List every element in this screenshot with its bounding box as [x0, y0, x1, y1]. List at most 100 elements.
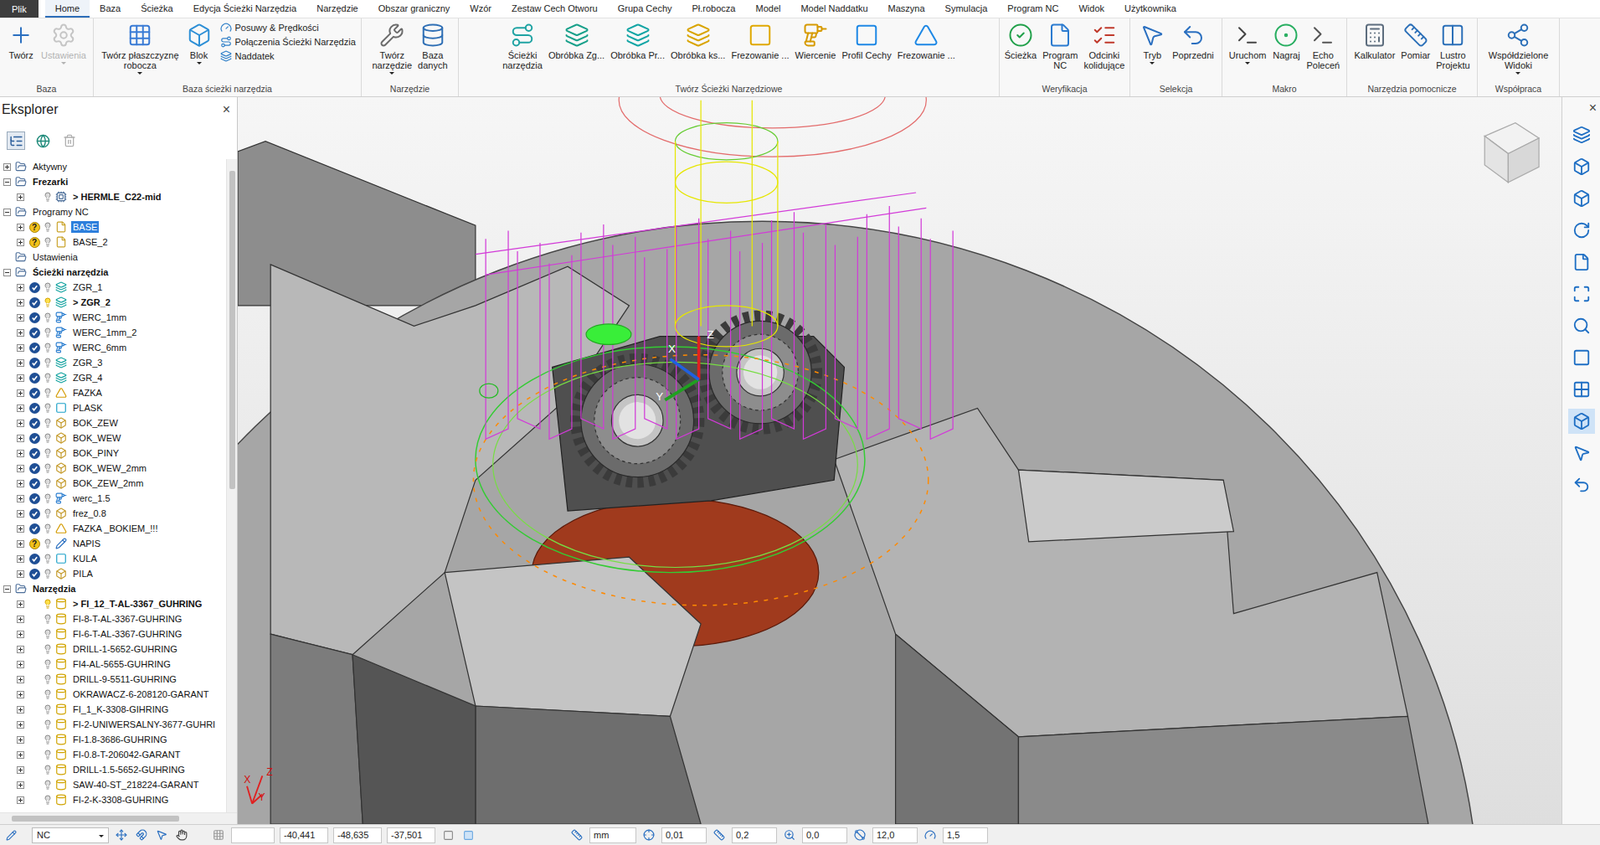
tree-label[interactable]: WERC_6mm: [71, 341, 129, 354]
tree-row[interactable]: FAZKA: [0, 385, 227, 401]
ribbon-button[interactable]: Obróbka Zg...: [545, 20, 608, 62]
expand-icon[interactable]: [16, 329, 25, 337]
view-button[interactable]: [1568, 313, 1595, 339]
menu-tab[interactable]: Edycja Ścieżki Narzędzia: [183, 0, 308, 18]
visibility-bulb-icon[interactable]: [42, 417, 53, 428]
visibility-bulb-icon[interactable]: [42, 523, 53, 534]
viewport-scene[interactable]: XYZXYZ: [237, 97, 1562, 824]
tree-label[interactable]: DRILL-1.5-5652-GUHRING: [71, 763, 187, 776]
ribbon-button[interactable]: Profil Cechy: [838, 20, 894, 62]
ribbon-button[interactable]: Pomiar: [1398, 20, 1433, 62]
tree-row[interactable]: ZGR_4: [0, 370, 227, 386]
tree-label[interactable]: Ścieżki narzędzia: [30, 266, 111, 278]
expand-icon[interactable]: [16, 781, 25, 789]
plane-icon[interactable]: [460, 827, 476, 843]
tree-row[interactable]: ?BASE: [0, 219, 227, 235]
tree-label[interactable]: PLASK: [71, 401, 104, 414]
expand-icon[interactable]: [16, 389, 25, 397]
tree-row[interactable]: Frezarki: [0, 174, 227, 190]
tree-row[interactable]: FI-1.8-3686-GUHRING: [0, 731, 227, 747]
expand-icon[interactable]: [16, 464, 25, 473]
expand-icon[interactable]: [16, 298, 25, 307]
tree-row[interactable]: FI-8-T-AL-3367-GUHRING: [0, 611, 227, 627]
hand-icon[interactable]: [174, 827, 190, 843]
visibility-bulb-icon[interactable]: [42, 764, 53, 775]
viewport[interactable]: XYZXYZ: [237, 97, 1562, 824]
tree-label[interactable]: > ZGR_2: [71, 296, 113, 309]
tree-label[interactable]: NAPIS: [71, 537, 103, 550]
tree-row[interactable]: DRILL-1.5-5652-GUHRING: [0, 761, 227, 777]
tree-label[interactable]: WERC_1mm_2: [71, 326, 139, 339]
visibility-bulb-icon[interactable]: [42, 553, 53, 564]
ribbon-button[interactable]: Twórz: [4, 20, 38, 62]
value-field[interactable]: 0,2: [731, 827, 777, 844]
visibility-bulb-icon[interactable]: [42, 191, 53, 202]
ribbon-button[interactable]: Blok: [182, 20, 217, 67]
file-tab[interactable]: Plik: [0, 0, 39, 18]
tree-row[interactable]: DRILL-9-5511-GUHRING: [0, 671, 227, 687]
delete-button[interactable]: [60, 131, 79, 150]
tree-row[interactable]: WERC_1mm: [0, 309, 227, 325]
tree-row[interactable]: > FI_12_T-AL-3367_GUHRING: [0, 596, 227, 612]
tree-label[interactable]: frez_0.8: [71, 507, 109, 520]
ribbon-button[interactable]: Program NC: [1039, 20, 1081, 73]
tree-label[interactable]: Programy NC: [30, 205, 91, 218]
ribbon-button[interactable]: Kalkulator: [1351, 20, 1398, 62]
view-button[interactable]: [1568, 217, 1595, 243]
view-button[interactable]: [1568, 408, 1595, 434]
value-field[interactable]: 1,5: [942, 827, 988, 844]
tree-label[interactable]: FI-2-UNIWERSALNY-3677-GUHRI: [71, 718, 217, 731]
expand-icon[interactable]: [16, 600, 25, 608]
tree-label[interactable]: ZGR_1: [71, 281, 104, 294]
ribbon-small-button[interactable]: Posuwy & Prędkości: [220, 21, 356, 34]
ribbon-button[interactable]: Twórz narzędzie: [369, 20, 415, 77]
tree-label[interactable]: DRILL-9-5511-GUHRING: [71, 673, 179, 685]
visibility-bulb-icon[interactable]: [42, 613, 53, 624]
expand-icon[interactable]: [16, 660, 25, 669]
ribbon-button[interactable]: Odcinki kolidujące: [1080, 20, 1127, 73]
tree-label[interactable]: FI-1.8-3686-GUHRING: [71, 733, 169, 746]
ribbon-button[interactable]: Poprzedni: [1169, 20, 1217, 62]
expand-icon[interactable]: [16, 720, 25, 729]
menu-tab[interactable]: Obszar graniczny: [368, 0, 461, 18]
tree-label[interactable]: > HERMLE_C22-mid: [71, 190, 163, 203]
close-button[interactable]: ×: [222, 102, 231, 118]
view-button[interactable]: [1568, 472, 1595, 498]
visibility-bulb-icon[interactable]: [42, 282, 53, 293]
visibility-bulb-icon[interactable]: [42, 598, 53, 609]
expand-icon[interactable]: [16, 735, 25, 744]
ribbon-button[interactable]: Ustawienia: [38, 20, 89, 67]
grid-icon[interactable]: [210, 827, 227, 843]
expand-icon[interactable]: [16, 524, 25, 533]
tree-row[interactable]: FI-2-K-3308-GUHRING: [0, 792, 227, 808]
expand-icon[interactable]: [16, 675, 25, 684]
tree-row[interactable]: ?BASE_2: [0, 234, 227, 250]
close-button[interactable]: ×: [1589, 100, 1600, 116]
tree-label[interactable]: ZGR_3: [71, 356, 104, 369]
tree-label[interactable]: KULA: [71, 552, 99, 565]
tree-label[interactable]: > FI_12_T-AL-3367_GUHRING: [71, 597, 204, 610]
menu-tab[interactable]: Symulacja: [935, 0, 999, 18]
visibility-bulb-icon[interactable]: [42, 493, 53, 504]
expand-icon[interactable]: [16, 344, 25, 352]
expand-icon[interactable]: [16, 690, 25, 699]
menu-tab[interactable]: Baza: [89, 0, 131, 18]
tree-row[interactable]: werc_1.5: [0, 490, 227, 506]
menu-tab[interactable]: Narzędzie: [306, 0, 369, 18]
ribbon-button[interactable]: Ścieżka: [1002, 20, 1040, 62]
tree-row[interactable]: ZGR_3: [0, 354, 227, 371]
menu-tab[interactable]: Program NC: [997, 0, 1069, 18]
view-button[interactable]: [1568, 122, 1595, 148]
ribbon-button[interactable]: Baza danych: [415, 20, 450, 73]
tree-label[interactable]: OKRAWACZ-6-208120-GARANT: [71, 688, 211, 700]
expand-icon[interactable]: [16, 404, 25, 412]
tree-row[interactable]: FI_1_K-3308-GIHRING: [0, 701, 227, 717]
ribbon-button[interactable]: Echo Poleceń: [1303, 20, 1343, 73]
expand-icon[interactable]: [16, 570, 25, 578]
tree-label[interactable]: BOK_ZEW_2mm: [71, 477, 145, 489]
tree-label[interactable]: FI-2-K-3308-GUHRING: [71, 793, 170, 806]
tree-label[interactable]: FI-8-T-AL-3367-GUHRING: [71, 612, 184, 625]
tree-row[interactable]: BOK_ZEW: [0, 415, 227, 431]
tree-row[interactable]: Programy NC: [0, 204, 227, 220]
tree-row[interactable]: ZGR_1: [0, 279, 227, 295]
